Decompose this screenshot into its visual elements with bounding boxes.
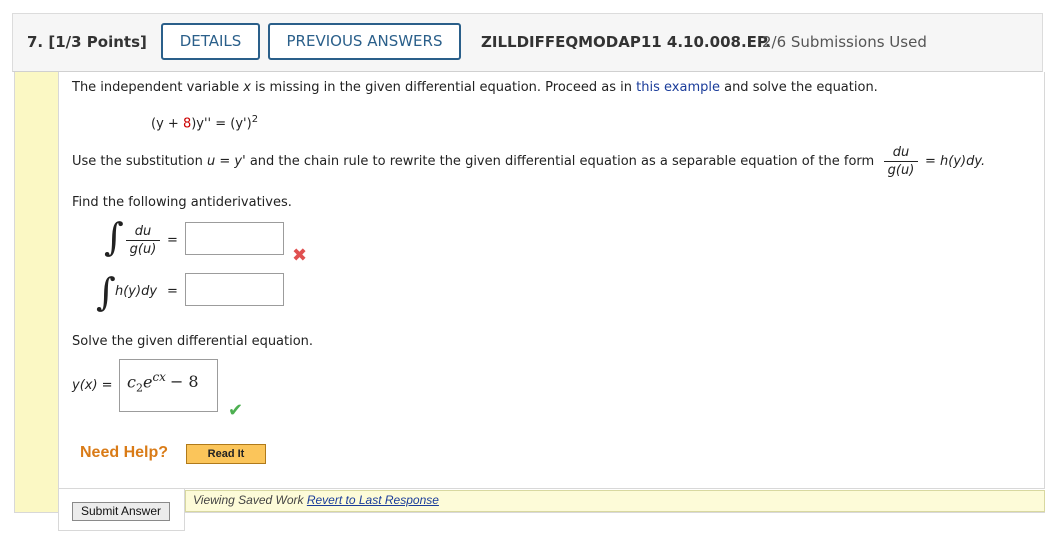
previous-answers-button[interactable]: PREVIOUS ANSWERS: [268, 23, 461, 60]
integral-2-equals: =: [167, 284, 178, 299]
solve-prompt: Solve the given differential equation.: [72, 334, 314, 349]
saved-work-banner: Viewing Saved Work Revert to Last Respon…: [185, 490, 1045, 512]
separable-form-fraction: du g(u): [884, 145, 918, 178]
x-mark-icon: ✖: [292, 245, 308, 266]
question-id: ZILLDIFFEQMODAP11 4.10.008.EP.: [481, 33, 771, 51]
antiderivative-du-input[interactable]: [185, 222, 284, 255]
question-number: 7. [1/3 Points]: [27, 33, 147, 51]
integral-1-equals: =: [167, 233, 178, 248]
need-help-label: Need Help?: [80, 444, 169, 461]
antiderivative-prompt: Find the following antiderivatives.: [72, 195, 292, 210]
integral-sign-2: ∫: [96, 270, 116, 314]
separable-form-rhs: = h(y)dy.: [925, 154, 986, 169]
question-header: 7. [1/3 Points] DETAILS PREVIOUS ANSWERS…: [12, 13, 1043, 72]
read-it-button[interactable]: Read It: [186, 444, 266, 464]
submissions-count: 2/6 Submissions Used: [762, 33, 927, 51]
check-mark-icon: ✔: [228, 400, 244, 421]
this-example-link[interactable]: this example: [636, 80, 720, 95]
problem-intro: The independent variable x is missing in…: [72, 80, 878, 95]
antiderivative-hy-input[interactable]: [185, 273, 284, 306]
submit-answer-button[interactable]: Submit Answer: [72, 502, 170, 521]
question-status-bar: [15, 72, 58, 512]
integral-1-fraction: du g(u): [126, 224, 160, 257]
integral-sign-1: ∫: [104, 215, 124, 259]
differential-equation: (y + 8)y'' = (y')2: [151, 114, 259, 132]
solution-answer: c2ecx − 8: [127, 370, 199, 395]
revert-link[interactable]: Revert to Last Response: [307, 493, 439, 507]
substitution-instruction: Use the substitution u = y' and the chai…: [72, 154, 875, 169]
integral-2-expression: h(y)dy: [115, 284, 158, 299]
details-button[interactable]: DETAILS: [161, 23, 260, 60]
y-of-x-label: y(x) =: [72, 378, 113, 393]
